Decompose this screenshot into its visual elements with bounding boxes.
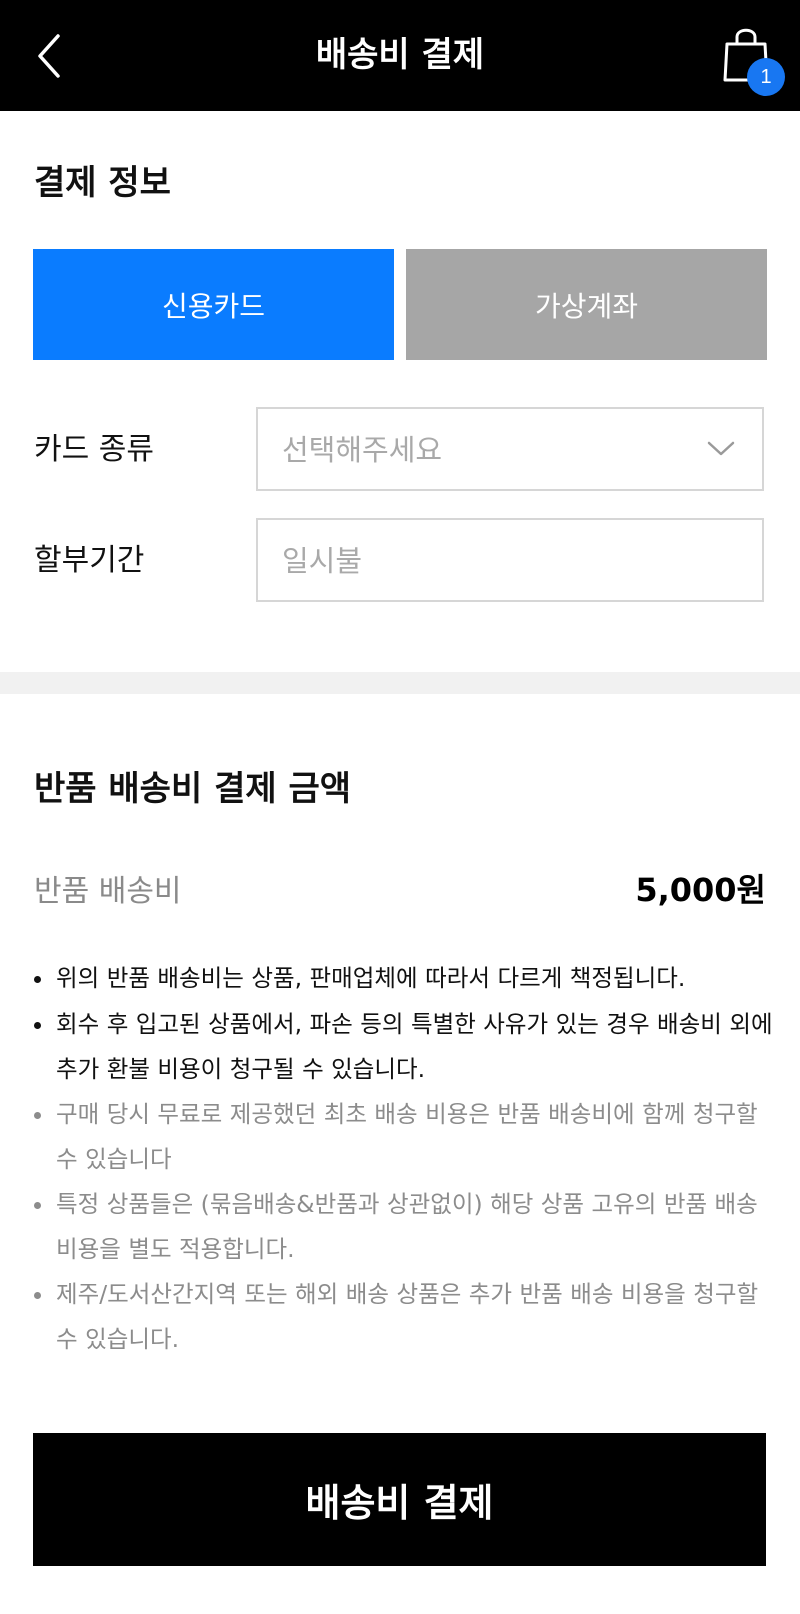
- tab-virtual-account[interactable]: 가상계좌: [406, 249, 767, 360]
- installment-value: 일시불: [282, 544, 363, 578]
- notice-item: 위의 반품 배송비는 상품, 판매업체에 따라서 다르게 책정됩니다.: [34, 956, 774, 1001]
- installment-label: 할부기간: [34, 543, 145, 578]
- cart-count-badge: 1: [747, 58, 785, 96]
- section-divider: [0, 672, 800, 694]
- top-app-bar: 배송비 결제 1: [0, 0, 800, 111]
- return-fee-label: 반품 배송비: [34, 874, 182, 909]
- pay-shipping-fee-button[interactable]: 배송비 결제: [33, 1433, 766, 1566]
- fee-section-title: 반품 배송비 결제 금액: [34, 769, 352, 809]
- notice-item: 구매 당시 무료로 제공했던 최초 배송 비용은 반품 배송비에 함께 청구할 …: [34, 1092, 774, 1182]
- return-fee-amount: 5,000원: [635, 871, 766, 909]
- installment-field[interactable]: 일시불: [256, 518, 764, 602]
- card-type-placeholder: 선택해주세요: [282, 433, 443, 467]
- card-type-label: 카드 종류: [34, 432, 154, 467]
- notice-item: 제주/도서산간지역 또는 해외 배송 상품은 추가 반품 배송 비용을 청구할 …: [34, 1272, 774, 1362]
- chevron-down-icon: [707, 441, 735, 456]
- notice-list: 위의 반품 배송비는 상품, 판매업체에 따라서 다르게 책정됩니다. 회수 후…: [34, 956, 774, 1362]
- payment-info-title: 결제 정보: [34, 163, 171, 203]
- notice-item: 특정 상품들은 (묶음배송&반품과 상관없이) 해당 상품 고유의 반품 배송 …: [34, 1182, 774, 1272]
- tab-credit-card[interactable]: 신용카드: [33, 249, 394, 360]
- notice-item: 회수 후 입고된 상품에서, 파손 등의 특별한 사유가 있는 경우 배송비 외…: [34, 1002, 774, 1092]
- page-title: 배송비 결제: [315, 35, 485, 75]
- card-type-select[interactable]: 선택해주세요: [256, 407, 764, 491]
